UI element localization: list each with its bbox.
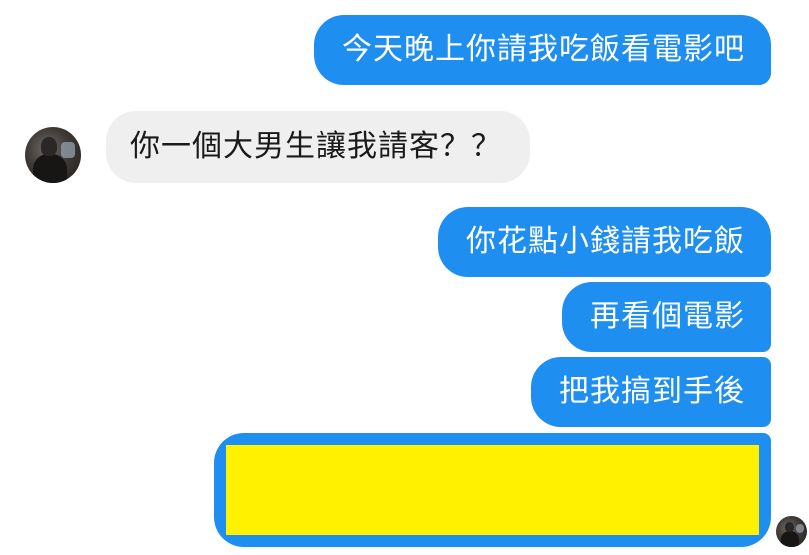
- contact-avatar[interactable]: [25, 127, 81, 183]
- chat-thread: 今天晚上你請我吃飯看電影吧 你一個大男生讓我請客？？ 你花點小錢請我吃飯 再看個…: [0, 0, 809, 555]
- redaction-block: [226, 445, 759, 535]
- outgoing-message-bubble[interactable]: 再看個電影: [562, 282, 771, 352]
- message-text: 再看個電影: [590, 299, 745, 334]
- outgoing-message-bubble[interactable]: 你花點小錢請我吃飯: [438, 207, 771, 277]
- seen-avatar: [776, 516, 807, 547]
- outgoing-message-bubble[interactable]: 把我搞到手後: [531, 357, 771, 427]
- message-text: 今天晚上你請我吃飯看電影吧: [342, 32, 745, 67]
- outgoing-message-bubble[interactable]: 今天晚上你請我吃飯看電影吧: [314, 15, 771, 85]
- incoming-message-bubble[interactable]: 你一個大男生讓我請客？？: [106, 111, 530, 183]
- message-text: 你花點小錢請我吃飯: [466, 224, 745, 259]
- message-text: 把我搞到手後: [559, 374, 745, 409]
- message-text: 你一個大男生讓我請客？？: [130, 129, 502, 164]
- outgoing-message-bubble-redacted[interactable]: [214, 433, 771, 547]
